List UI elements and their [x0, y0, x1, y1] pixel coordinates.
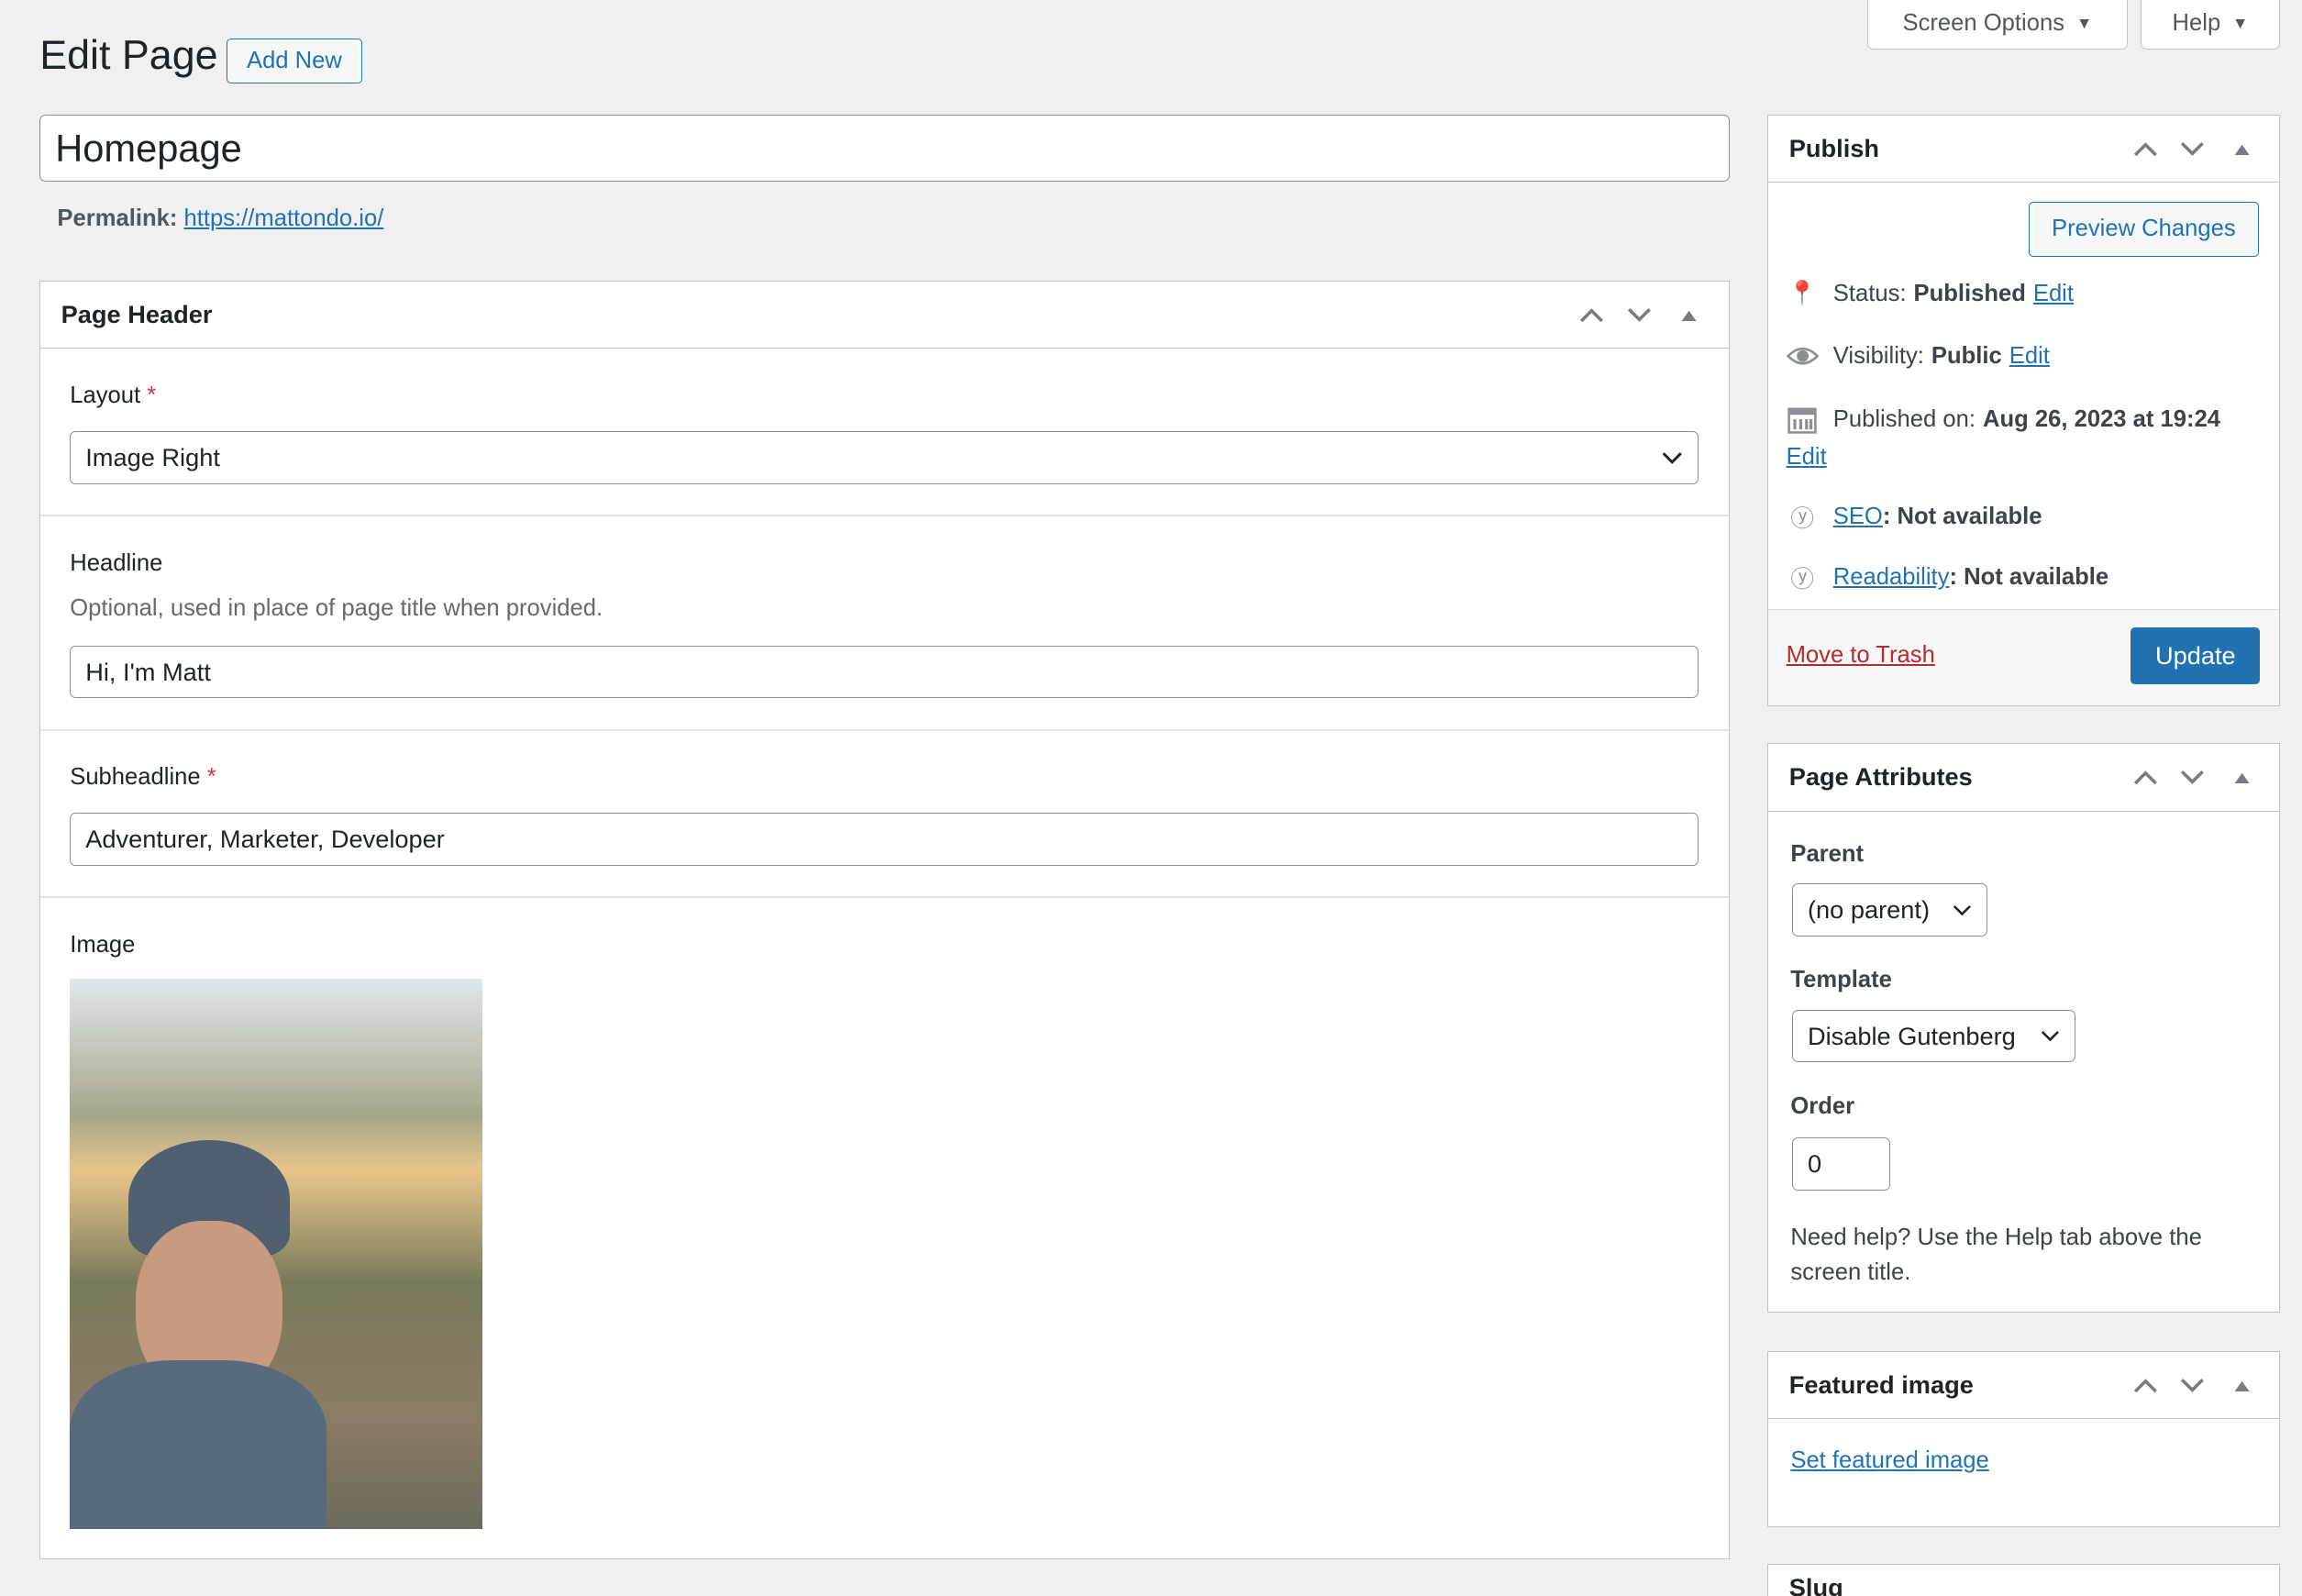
subheadline-label: Subheadline *: [70, 764, 216, 791]
header-image[interactable]: [70, 979, 483, 1530]
box-header: Page Header: [40, 282, 1729, 349]
update-button[interactable]: Update: [2130, 626, 2261, 685]
edit-date-link[interactable]: Edit: [1787, 444, 1827, 471]
box-header: Featured image: [1768, 1352, 2280, 1420]
headline-description: Optional, used in place of page title wh…: [70, 595, 603, 622]
chevron-down-icon: [1662, 452, 1682, 464]
title-input[interactable]: Homepage: [39, 114, 1730, 183]
readability-link[interactable]: Readability: [1833, 564, 1950, 590]
box-title: Featured image: [1788, 1370, 1974, 1400]
seo-row: ⓨ SEO: Not available: [1787, 500, 2042, 534]
publish-box: Publish Preview Changes 📍 Status: Publishe…: [1767, 114, 2281, 706]
move-down-icon[interactable]: [1626, 306, 1653, 324]
eye-icon: [1786, 346, 1819, 366]
visibility-row: Visibility: Public Edit: [1786, 343, 2050, 370]
chevron-down-icon: [1953, 904, 1972, 916]
caret-down-icon: ▼: [2232, 14, 2249, 33]
set-featured-image-link[interactable]: Set featured image: [1790, 1447, 1988, 1474]
box-title: Publish: [1788, 134, 1880, 163]
move-up-icon[interactable]: [2132, 1377, 2159, 1394]
chevron-down-icon: [2041, 1031, 2060, 1042]
collapse-toggle-icon[interactable]: [1673, 306, 1705, 324]
page-header-box: Page Header Layout * Image Right Headlin…: [39, 280, 1730, 1560]
move-down-icon[interactable]: [2179, 1377, 2206, 1394]
collapse-toggle-icon[interactable]: [2226, 769, 2258, 786]
box-header: Publish: [1768, 116, 2280, 183]
box-title: Slug: [1788, 1573, 1843, 1596]
divider: [40, 515, 1729, 516]
divider: [40, 896, 1729, 899]
collapse-toggle-icon[interactable]: [2226, 1377, 2258, 1394]
readability-row: ⓨ Readability: Not available: [1787, 560, 2108, 594]
status-row: 📍 Status: Published Edit: [1787, 280, 2074, 307]
collapse-toggle-icon[interactable]: [2226, 140, 2258, 158]
template-label: Template: [1790, 967, 1892, 993]
layout-label: Layout *: [70, 382, 157, 409]
box-header: Slug: [1768, 1565, 2279, 1596]
screen-options-label: Screen Options: [1902, 10, 2065, 37]
calendar-icon: [1787, 405, 1819, 434]
move-up-icon[interactable]: [1578, 306, 1605, 324]
parent-label: Parent: [1790, 840, 1865, 867]
published-row: Published on: Aug 26, 2023 at 19:24: [1787, 405, 2220, 434]
order-input[interactable]: 0: [1791, 1137, 1891, 1191]
edit-status-link[interactable]: Edit: [2033, 281, 2074, 307]
slug-box: Slug: [1767, 1563, 2281, 1596]
permalink-label: Permalink:: [57, 205, 178, 232]
yoast-icon: ⓨ: [1790, 566, 1814, 593]
page-title: Edit Page: [39, 32, 218, 79]
headline-input[interactable]: Hi, I'm Matt: [70, 645, 1699, 699]
move-up-icon[interactable]: [2132, 140, 2159, 158]
yoast-icon: ⓨ: [1790, 506, 1814, 533]
headline-label: Headline: [70, 549, 163, 576]
box-header: Page Attributes: [1768, 744, 2280, 812]
permalink-link[interactable]: https://mattondo.io/: [184, 205, 384, 231]
pin-icon: 📍: [1787, 281, 1818, 307]
featured-image-box: Featured image Set featured image: [1767, 1350, 2281, 1527]
divider: [40, 728, 1729, 731]
box-title: Page Header: [61, 300, 213, 329]
move-up-icon[interactable]: [2132, 769, 2159, 786]
help-button[interactable]: Help ▼: [2140, 0, 2281, 50]
template-select[interactable]: Disable Gutenberg: [1791, 1009, 2075, 1063]
preview-changes-button[interactable]: Preview Changes: [2028, 202, 2259, 257]
layout-select[interactable]: Image Right: [70, 431, 1699, 484]
seo-link[interactable]: SEO: [1833, 504, 1883, 529]
subheadline-input[interactable]: Adventurer, Marketer, Developer: [70, 813, 1699, 866]
publish-footer: Move to Trash Update: [1768, 608, 2280, 705]
help-label: Help: [2172, 10, 2221, 37]
layout-value: Image Right: [85, 442, 220, 471]
add-new-button[interactable]: Add New: [226, 38, 363, 84]
move-to-trash-link[interactable]: Move to Trash: [1787, 642, 1935, 669]
screen-options-button[interactable]: Screen Options ▼: [1867, 0, 2128, 50]
caret-down-icon: ▼: [2075, 14, 2093, 33]
edit-visibility-link[interactable]: Edit: [2009, 343, 2050, 370]
move-down-icon[interactable]: [2179, 140, 2206, 158]
parent-select[interactable]: (no parent): [1791, 883, 1987, 937]
page-attributes-box: Page Attributes Parent (no parent) Templ…: [1767, 743, 2281, 1313]
move-down-icon[interactable]: [2179, 769, 2206, 786]
box-title: Page Attributes: [1788, 762, 1973, 792]
hoodie: [70, 1360, 327, 1530]
permalink: Permalink: https://mattondo.io/: [57, 205, 383, 232]
order-label: Order: [1790, 1092, 1855, 1119]
image-label: Image: [70, 931, 136, 958]
help-text: Need help? Use the Help tab above the sc…: [1790, 1224, 2202, 1286]
